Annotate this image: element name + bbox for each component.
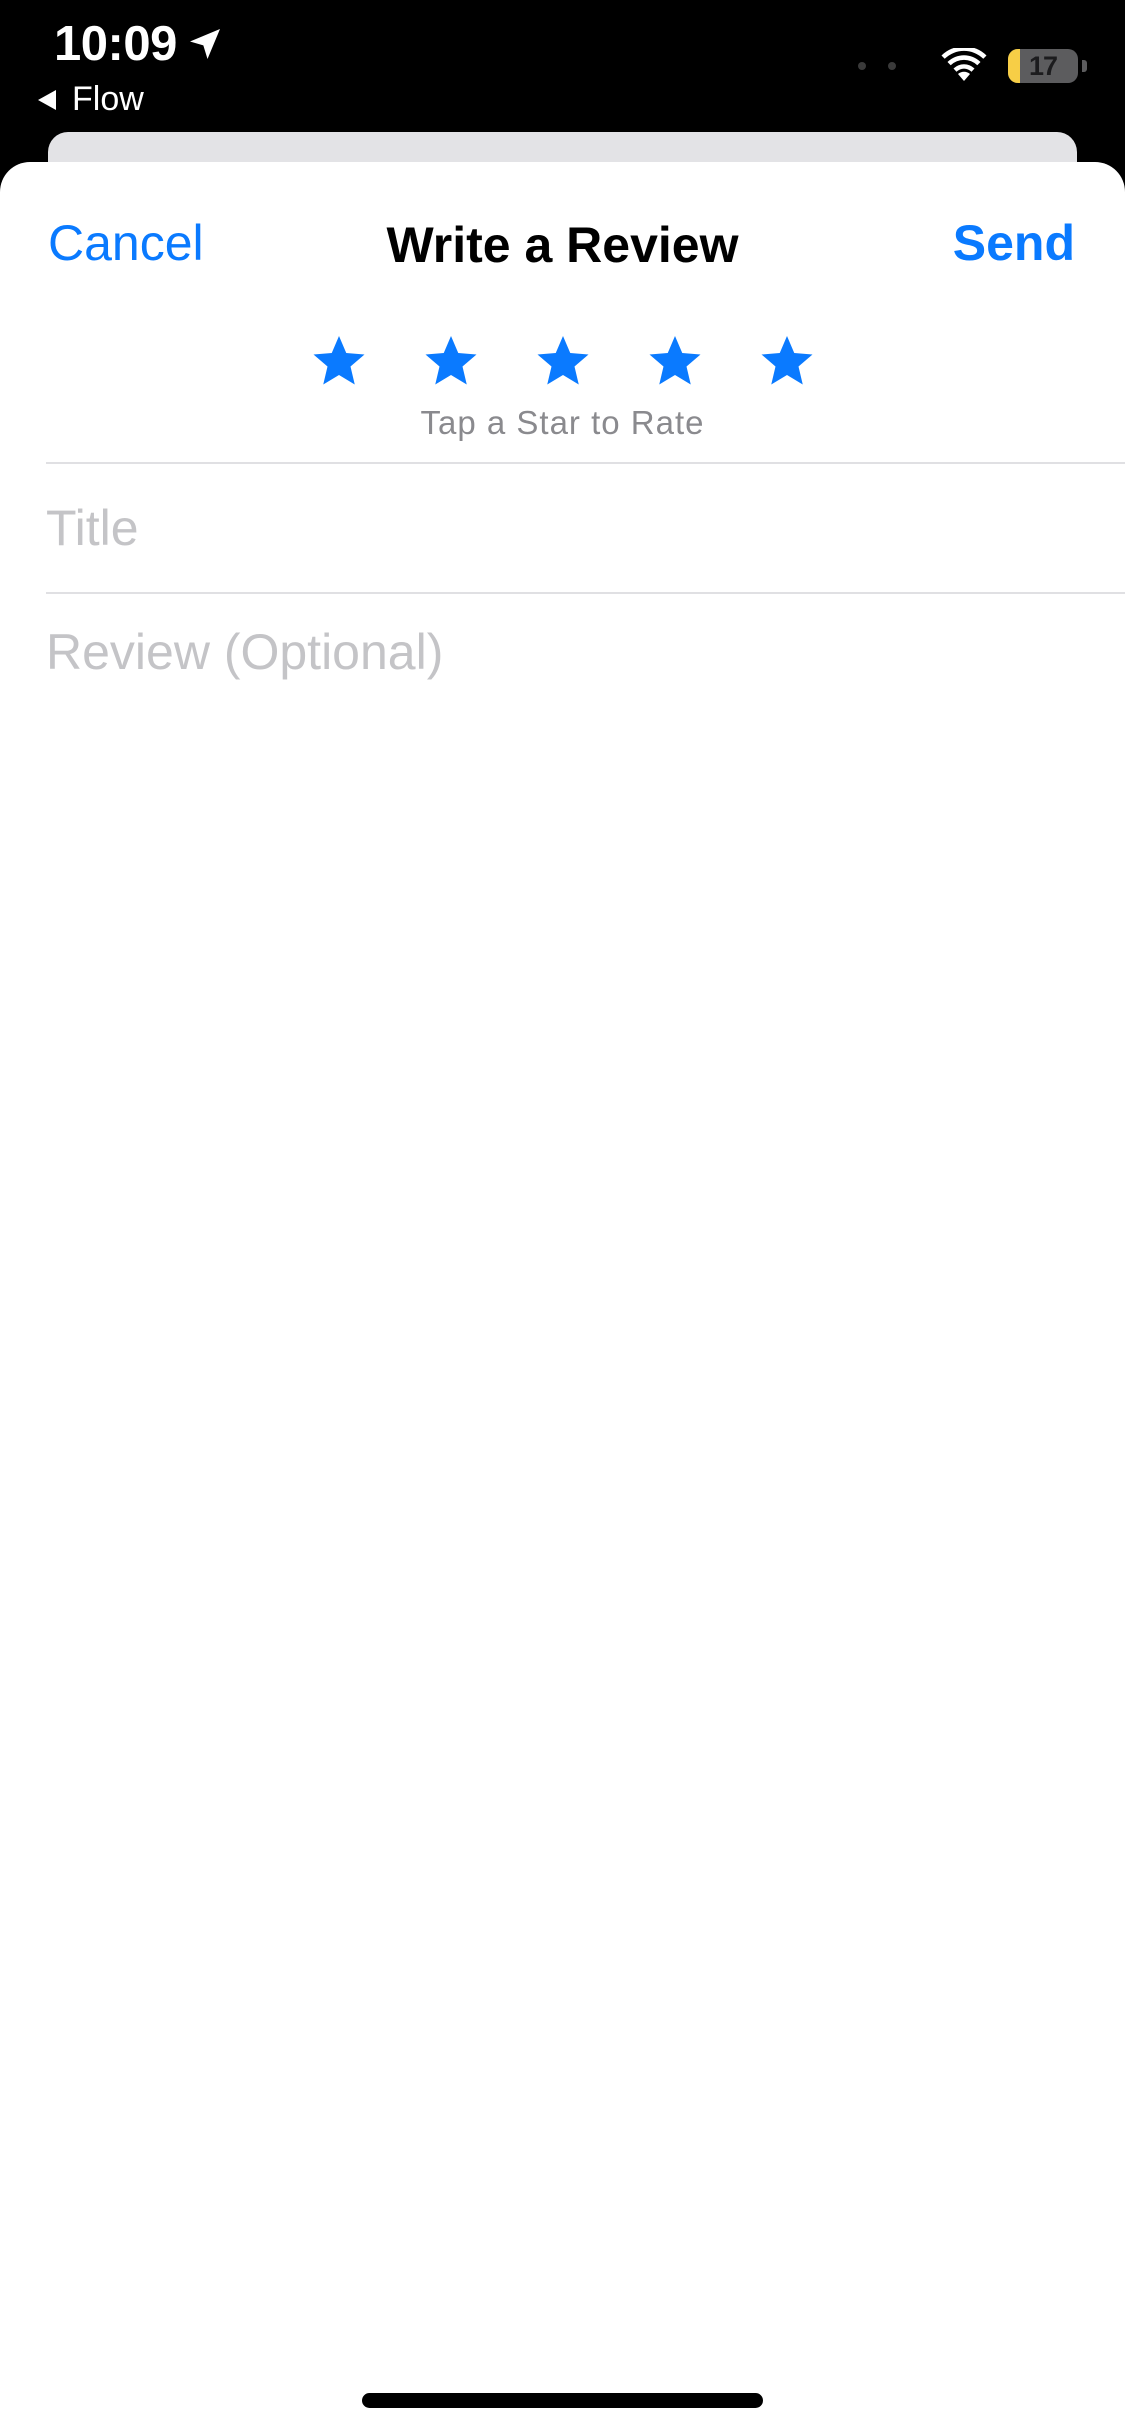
title-input[interactable] — [46, 464, 1046, 592]
screen: 10:09 Flow 17 Cancel Write a Review Send… — [0, 0, 1125, 2436]
star-icon — [649, 336, 700, 385]
clock: 10:09 — [54, 17, 177, 71]
star-icon — [537, 336, 588, 385]
signal-dots-icon — [858, 62, 896, 70]
star-icon — [761, 336, 812, 385]
write-review-sheet: Cancel Write a Review Send Tap a Star to… — [0, 162, 1125, 2436]
star-2-button[interactable] — [421, 332, 481, 392]
star-4-button[interactable] — [645, 332, 705, 392]
divider — [46, 592, 1125, 594]
star-icon — [425, 336, 476, 385]
battery-icon: 17 — [1008, 49, 1078, 83]
sheet-nav-bar: Cancel Write a Review Send — [0, 162, 1125, 332]
star-1-button[interactable] — [309, 332, 369, 392]
status-indicators: 17 — [858, 48, 1087, 84]
back-triangle-icon — [38, 89, 56, 110]
send-button[interactable]: Send — [953, 214, 1075, 272]
star-3-button[interactable] — [533, 332, 593, 392]
battery-cap — [1082, 60, 1087, 72]
home-indicator — [362, 2393, 763, 2408]
status-time: 10:09 — [54, 16, 225, 72]
wifi-icon — [941, 48, 987, 81]
review-input[interactable] — [46, 620, 1076, 1820]
location-arrow-icon — [189, 29, 220, 59]
rating-hint: Tap a Star to Rate — [420, 404, 705, 441]
star-icon — [313, 336, 364, 385]
star-5-button[interactable] — [757, 332, 817, 392]
star-row — [0, 332, 1125, 392]
back-to-app-button[interactable]: Flow — [36, 80, 144, 119]
star-rating: Tap a Star to Rate — [0, 332, 1125, 462]
back-app-label: Flow — [72, 80, 144, 118]
battery-level: 17 — [1028, 50, 1058, 81]
